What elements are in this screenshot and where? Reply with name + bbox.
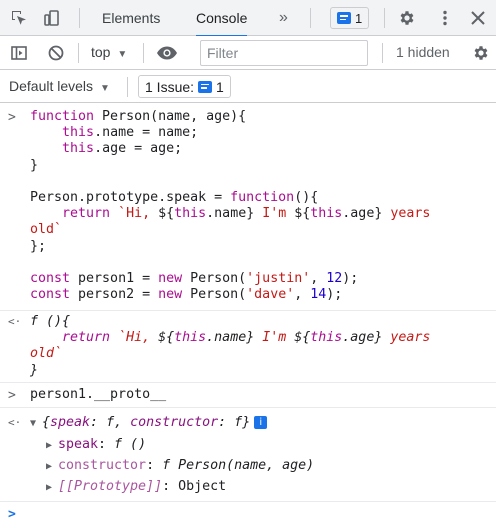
- console-prompt[interactable]: >: [0, 502, 496, 528]
- object-summary[interactable]: ▼ {speak: f, constructor: f} i: [30, 415, 268, 430]
- eye-icon[interactable]: [155, 42, 179, 64]
- object-property-row[interactable]: ▶ speak: f (): [46, 437, 146, 452]
- property-value: f (): [114, 437, 147, 452]
- console-input-entry: > function Person(name, age){ this.name …: [0, 104, 496, 311]
- console-input-code: person1.__proto__: [30, 387, 167, 402]
- device-toolbar-icon[interactable]: [41, 7, 63, 29]
- property-key: speak: [58, 437, 99, 452]
- console-input-entry: > person1.__proto__: [0, 383, 496, 408]
- info-icon[interactable]: i: [254, 415, 268, 429]
- dropdown-arrow-icon: ▼: [99, 83, 110, 94]
- expand-triangle-icon: ▶: [46, 461, 53, 472]
- console-output-function: f (){ return `Hi, ${this.name} I'm ${thi…: [30, 314, 431, 378]
- object-property-row[interactable]: ▶ constructor: f Person(name, age): [46, 458, 314, 473]
- property-value: Object: [178, 479, 227, 494]
- message-icon: [198, 80, 213, 93]
- more-vertical-icon[interactable]: [434, 7, 456, 29]
- tab-console[interactable]: Console: [196, 0, 248, 37]
- default-levels-dropdown[interactable]: Default levels ▼: [9, 78, 110, 94]
- expand-triangle-icon: ▶: [46, 482, 53, 493]
- sidebar-toggle-icon[interactable]: [8, 42, 30, 64]
- summary-key: constructor: [130, 415, 219, 430]
- console-input-code: function Person(name, age){ this.name = …: [30, 109, 431, 303]
- tab-elements[interactable]: Elements: [102, 0, 160, 36]
- hidden-count-label: 1 hidden: [396, 44, 450, 60]
- dropdown-arrow-icon: ▼: [117, 49, 128, 60]
- property-key: [[Prototype]]: [58, 479, 163, 494]
- context-label: top: [91, 44, 111, 60]
- settings-gear-icon[interactable]: [396, 7, 418, 29]
- object-property-row[interactable]: ▶ [[Prototype]]: Object: [46, 479, 226, 494]
- tab-label: Console: [196, 10, 248, 26]
- issue-count: 1: [216, 78, 224, 95]
- more-tabs-button[interactable]: »: [279, 0, 288, 36]
- summary-key: speak: [50, 415, 91, 430]
- console-output-entry: <· f (){ return `Hi, ${this.name} I'm ${…: [0, 311, 496, 383]
- toolbar-divider: [78, 43, 79, 63]
- output-return-icon: <·: [8, 315, 22, 328]
- console-output-entry: <· ▼ {speak: f, constructor: f} i ▶ speak: …: [0, 408, 496, 502]
- levels-bar: Default levels ▼ 1 Issue: 1: [0, 70, 496, 103]
- toolbar-divider: [382, 43, 383, 63]
- expand-triangle-icon: ▼: [30, 418, 37, 429]
- input-prompt-icon: >: [8, 110, 16, 125]
- expand-triangle-icon: ▶: [46, 440, 53, 451]
- input-prompt-icon: >: [8, 507, 16, 522]
- toolbar-divider: [384, 8, 385, 28]
- default-levels-label: Default levels: [9, 78, 94, 94]
- message-icon: [337, 12, 351, 24]
- filter-input[interactable]: [200, 40, 368, 66]
- toolbar-divider: [127, 77, 128, 97]
- toolbar-divider: [310, 8, 311, 28]
- console-messages: > function Person(name, age){ this.name …: [0, 104, 496, 528]
- issues-button[interactable]: 1 Issue: 1: [138, 75, 231, 98]
- context-selector[interactable]: top ▼: [91, 44, 127, 60]
- devtools-tab-bar: Elements Console » 1: [0, 0, 496, 37]
- inspect-element-icon[interactable]: [8, 7, 30, 29]
- tab-label: Elements: [102, 10, 161, 26]
- input-prompt-icon: >: [8, 388, 16, 403]
- output-return-icon: <·: [8, 416, 22, 429]
- issue-label: 1 Issue:: [145, 78, 195, 95]
- property-value: f Person(name, age): [162, 458, 315, 473]
- issues-badge-count: 1: [355, 10, 363, 26]
- close-icon[interactable]: [467, 7, 489, 29]
- console-settings-gear-icon[interactable]: [470, 42, 492, 64]
- toolbar-divider: [79, 8, 80, 28]
- property-key: constructor: [58, 458, 147, 473]
- clear-console-icon[interactable]: [45, 42, 67, 64]
- toolbar-divider: [143, 43, 144, 63]
- issues-badge-button[interactable]: 1: [330, 7, 370, 29]
